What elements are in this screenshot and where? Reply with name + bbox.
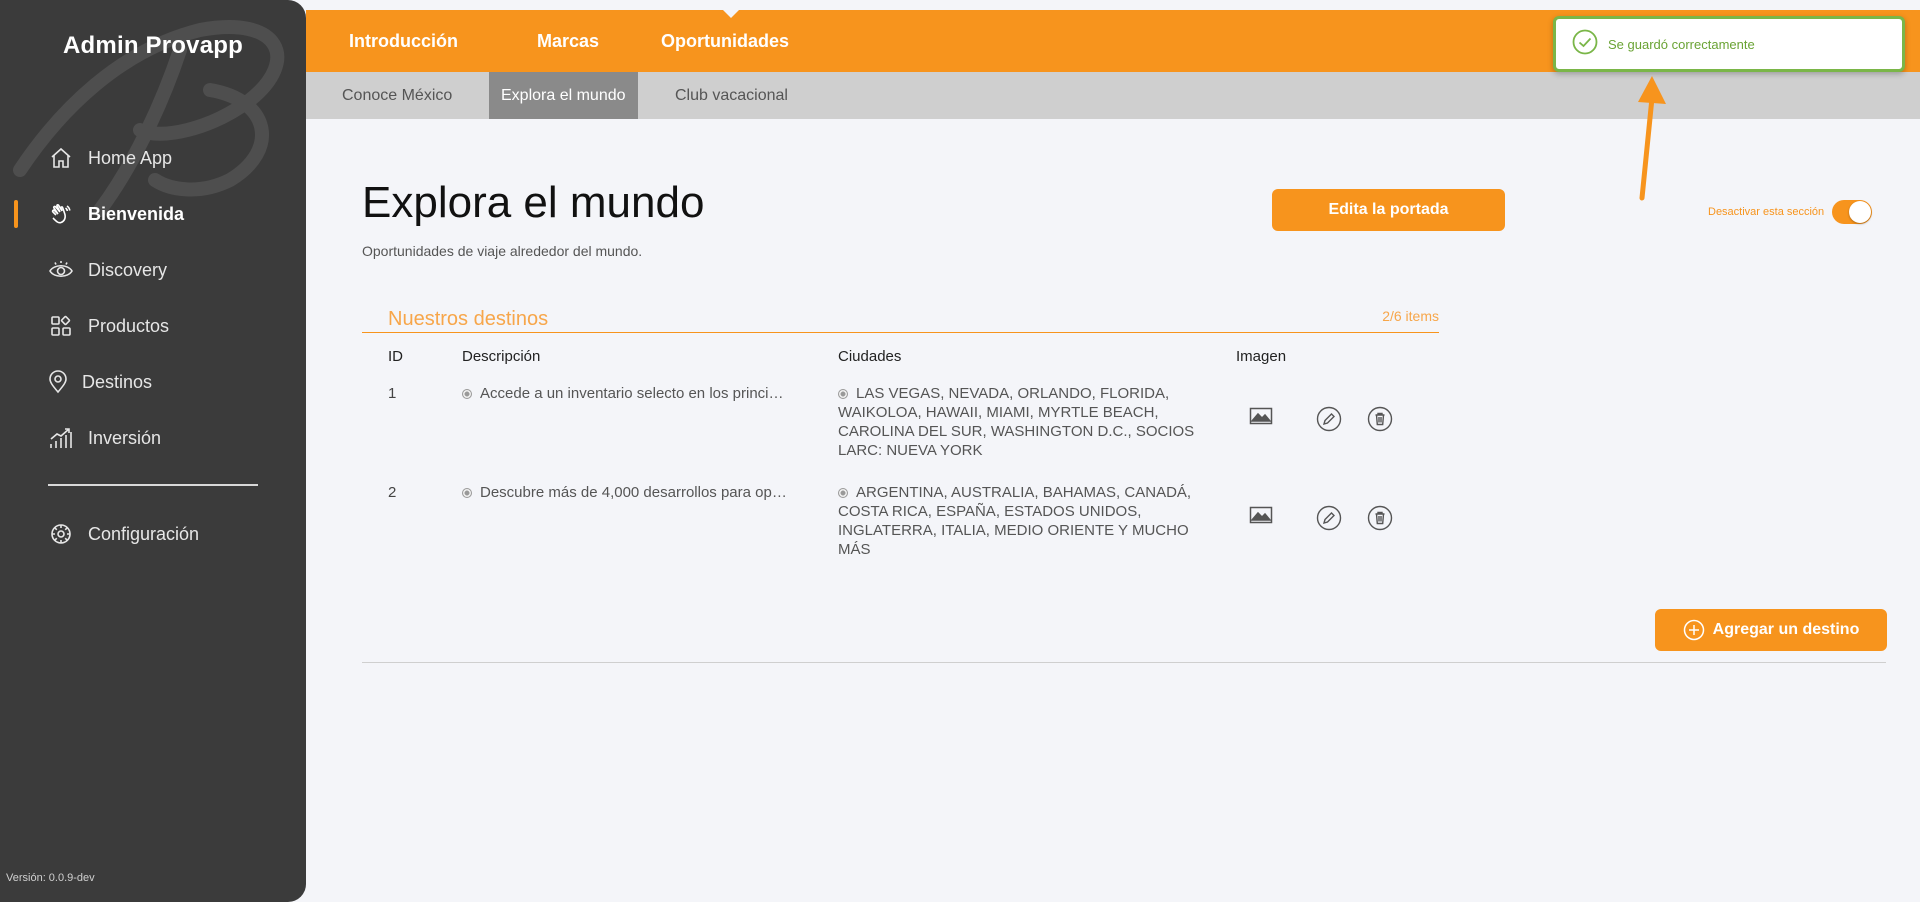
sidebar-item-label: Discovery <box>88 259 168 280</box>
ciudades-line: COSTA RICA, ESPAÑA, ESTADOS UNIDOS, <box>838 503 1142 520</box>
column-header-ciudades: Ciudades <box>838 348 902 365</box>
ciudades-line: WAIKOLOA, HAWAII, MIAMI, MYRTLE BEACH, <box>838 404 1159 421</box>
image-icon[interactable] <box>1249 406 1275 432</box>
toggle-label: Desactivar esta sección <box>1708 206 1825 218</box>
sidebar-item-inversion[interactable]: Inversión <box>0 410 306 466</box>
eye-icon <box>48 257 74 283</box>
page-subtitle: Oportunidades de viaje alrededor del mun… <box>362 243 643 259</box>
row-id: 1 <box>388 385 397 402</box>
sidebar-item-destinos[interactable]: Destinos <box>0 354 306 410</box>
success-toast: Se guardó correctamente <box>1553 16 1905 72</box>
section-toggle-group: Desactivar esta sección <box>1708 200 1873 224</box>
sidebar-item-label: Productos <box>88 315 170 336</box>
location-pin-icon <box>48 369 68 395</box>
edit-icon[interactable] <box>1316 505 1342 531</box>
sidebar-item-configuracion[interactable]: Configuración <box>0 506 306 562</box>
sidebar-item-bienvenida[interactable]: Bienvenida <box>0 186 306 242</box>
sidebar-item-label: Configuración <box>88 523 200 544</box>
ciudades-line: INGLATERRA, ITALIA, MEDIO ORIENTE Y MUCH… <box>838 522 1189 539</box>
section-divider <box>362 662 1886 663</box>
edit-icon[interactable] <box>1316 406 1342 432</box>
row-id: 2 <box>388 484 397 501</box>
sidebar-item-label: Destinos <box>82 371 153 392</box>
column-header-descripcion: Descripción <box>462 348 541 365</box>
sidebar-item-label: Bienvenida <box>88 203 185 224</box>
check-circle-icon <box>1572 29 1598 60</box>
sidebar-divider <box>48 484 258 486</box>
sidebar-item-label: Inversión <box>88 427 162 448</box>
ciudades-line: ARGENTINA, AUSTRALIA, BAHAMAS, CANADÁ, <box>856 484 1192 501</box>
sidebar-nav: Home App Bienvenida Discovery Productos … <box>0 130 306 466</box>
app-version: Versión: 0.0.9-dev <box>6 872 95 884</box>
subtab-club-vacacional[interactable]: Club vacacional <box>663 72 800 119</box>
tab-introduccion[interactable]: Introducción <box>349 10 458 72</box>
home-icon <box>48 145 74 171</box>
row-descripcion: Accede a un inventario selecto en los pr… <box>462 384 812 403</box>
toast-message: Se guardó correctamente <box>1608 36 1755 52</box>
bullet-icon <box>838 488 848 498</box>
sidebar-item-home-app[interactable]: Home App <box>0 130 306 186</box>
destinos-section-header: Nuestros destinos 2/6 items <box>362 306 1439 333</box>
subtab-explora-el-mundo[interactable]: Explora el mundo <box>489 72 638 119</box>
bullet-icon <box>462 389 472 399</box>
row-ciudades: ARGENTINA, AUSTRALIA, BAHAMAS, CANADÁ, C… <box>838 483 1218 559</box>
chart-growth-icon <box>48 425 74 451</box>
row-descripcion-text: Descubre más de 4,000 desarrollos para o… <box>480 484 787 501</box>
section-active-toggle[interactable] <box>1832 200 1873 224</box>
active-tab-caret <box>722 9 740 18</box>
page-title: Explora el mundo <box>362 178 705 227</box>
sidebar-item-discovery[interactable]: Discovery <box>0 242 306 298</box>
add-destino-label: Agregar un destino <box>1712 621 1860 638</box>
sidebar-config-group: Configuración <box>0 506 306 562</box>
app-brand: Admin Provapp <box>63 32 243 59</box>
ciudades-line: MÁS <box>838 541 871 558</box>
ciudades-line: LARC: NUEVA YORK <box>838 442 983 459</box>
waving-hand-icon <box>48 201 74 227</box>
image-icon[interactable] <box>1249 505 1275 531</box>
sidebar-item-label: Home App <box>88 147 173 168</box>
add-destino-button[interactable]: Agregar un destino <box>1655 609 1887 651</box>
tab-oportunidades[interactable]: Oportunidades <box>661 10 789 72</box>
column-header-id: ID <box>388 348 403 365</box>
tab-marcas[interactable]: Marcas <box>537 10 599 72</box>
trash-icon[interactable] <box>1367 505 1393 531</box>
plus-circle-icon <box>1683 619 1705 641</box>
subtab-conoce-mexico[interactable]: Conoce México <box>330 72 464 119</box>
row-ciudades: LAS VEGAS, NEVADA, ORLANDO, FLORIDA, WAI… <box>838 384 1218 460</box>
items-count: 2/6 items <box>1382 308 1439 324</box>
ciudades-line: CAROLINA DEL SUR, WASHINGTON D.C., SOCIO… <box>838 423 1195 440</box>
gear-icon <box>48 521 74 547</box>
bullet-icon <box>462 488 472 498</box>
trash-icon[interactable] <box>1367 406 1393 432</box>
edit-cover-button[interactable]: Edita la portada <box>1272 189 1505 231</box>
annotation-arrow <box>1638 76 1666 201</box>
section-title: Nuestros destinos <box>388 308 549 330</box>
column-header-imagen: Imagen <box>1236 348 1287 365</box>
row-descripcion-text: Accede a un inventario selecto en los pr… <box>480 385 784 402</box>
sidebar: Admin Provapp Home App Bienvenida Discov… <box>0 0 306 902</box>
row-descripcion: Descubre más de 4,000 desarrollos para o… <box>462 483 812 502</box>
sub-nav-bar: Conoce México Explora el mundo Club vaca… <box>306 72 1920 119</box>
bullet-icon <box>838 389 848 399</box>
grid-icon <box>48 313 74 339</box>
ciudades-line: LAS VEGAS, NEVADA, ORLANDO, FLORIDA, <box>856 385 1170 402</box>
toggle-knob <box>1849 201 1872 223</box>
sidebar-item-productos[interactable]: Productos <box>0 298 306 354</box>
